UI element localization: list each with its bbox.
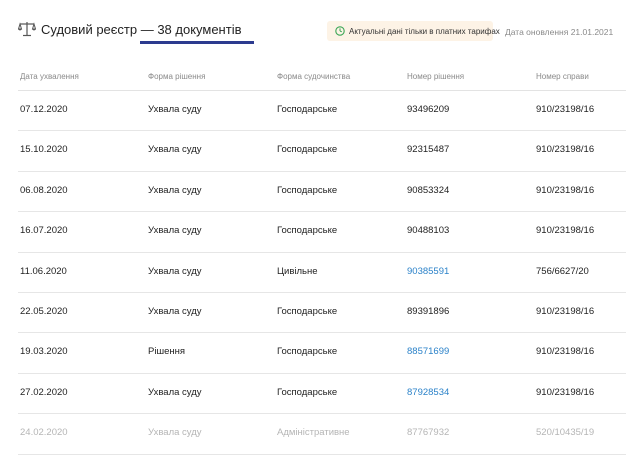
- table-row[interactable]: 27.02.2020 Ухвала суду Господарське 8792853…: [18, 374, 626, 415]
- table-body: 07.12.2020 Ухвала суду Господарське 9349620…: [18, 91, 626, 455]
- decision-form: Ухвала суду: [148, 386, 202, 398]
- case-number: 910/23198/16: [536, 225, 595, 237]
- column-header-proceeding-form: Форма судочинства: [277, 72, 351, 81]
- case-number: 756/6627/20: [536, 265, 589, 277]
- decision-form: Рішення: [148, 346, 185, 358]
- case-number: 910/23198/16: [536, 386, 595, 398]
- decision-form: Ухвала суду: [148, 104, 202, 115]
- decision-date: 24.02.2020: [20, 427, 68, 439]
- decision-number: 90488103: [407, 225, 450, 237]
- case-number: 910/23198/16: [536, 104, 595, 115]
- table-row[interactable]: 07.12.2020 Ухвала суду Господарське 9349620…: [18, 91, 626, 132]
- proceeding-form: Господарське: [277, 386, 338, 398]
- table-header: Дата ухвалення Форма рішення Форма судоч…: [18, 66, 626, 91]
- proceeding-form: Адміністративне: [277, 427, 350, 439]
- header: Судовий реєстр — 38 документів Актуальні…: [0, 0, 640, 50]
- table-row[interactable]: 19.03.2020 Рішення Господарське 88571699 910…: [18, 333, 626, 374]
- column-header-date: Дата ухвалення: [20, 72, 79, 81]
- decision-date: 06.08.2020: [20, 184, 68, 196]
- proceeding-form: Господарське: [277, 305, 338, 317]
- notice-text: Актуальні дані тільки в платних тарифах: [349, 26, 500, 36]
- court-registry-page: Судовий реєстр — 38 документів Актуальні…: [0, 0, 640, 460]
- decision-number: 93496209: [407, 104, 450, 115]
- decision-form: Ухвала суду: [148, 427, 202, 439]
- clock-icon: [335, 26, 345, 36]
- decision-number: 89391896: [407, 305, 450, 317]
- proceeding-form: Цивільне: [277, 265, 318, 277]
- decision-form: Ухвала суду: [148, 144, 202, 156]
- scale-icon: [18, 22, 36, 37]
- decision-date: 16.07.2020: [20, 225, 68, 237]
- case-number: 910/23198/16: [536, 184, 595, 196]
- decision-form: Ухвала суду: [148, 184, 202, 196]
- page-title: Судовий реєстр — 38 документів: [41, 22, 242, 37]
- proceeding-form: Господарське: [277, 225, 338, 237]
- proceeding-form: Господарське: [277, 346, 338, 358]
- decision-form: Ухвала суду: [148, 305, 202, 317]
- table-row[interactable]: 06.08.2020 Ухвала суду Господарське 9085332…: [18, 172, 626, 213]
- update-date: Дата оновлення 21.01.2021: [505, 27, 614, 37]
- proceeding-form: Господарське: [277, 184, 338, 196]
- decision-date: 22.05.2020: [20, 305, 68, 317]
- decision-date: 27.02.2020: [20, 386, 68, 398]
- decision-number: 92315487: [407, 144, 450, 156]
- table-row[interactable]: 22.05.2020 Ухвала суду Господарське 8939189…: [18, 293, 626, 334]
- decision-date: 07.12.2020: [20, 104, 68, 115]
- decision-form: Ухвала суду: [148, 225, 202, 237]
- proceeding-form: Господарське: [277, 104, 338, 115]
- decision-number: 90853324: [407, 184, 450, 196]
- table-row[interactable]: 24.02.2020 Ухвала суду Адміністративне 8776…: [18, 414, 626, 455]
- table-row[interactable]: 11.06.2020 Ухвала суду Цивільне 90385591 756…: [18, 253, 626, 293]
- case-number: 910/23198/16: [536, 346, 595, 358]
- decision-number: 87767932: [407, 427, 450, 439]
- decisions-table: Дата ухвалення Форма рішення Форма судоч…: [18, 66, 626, 455]
- decision-number-link[interactable]: 90385591: [407, 266, 449, 277]
- paid-tariff-notice[interactable]: Актуальні дані тільки в платних тарифах: [327, 21, 500, 41]
- case-number: 520/10435/19: [536, 427, 595, 439]
- column-header-decision-form: Форма рішення: [148, 72, 206, 81]
- decision-number-link[interactable]: 88571699: [407, 346, 449, 357]
- decision-form: Ухвала суду: [148, 265, 202, 277]
- case-number: 910/23198/16: [536, 305, 595, 317]
- column-header-case-number: Номер справи: [536, 72, 589, 81]
- column-header-decision-number: Номер рішення: [407, 72, 465, 81]
- decision-date: 11.06.2020: [20, 265, 67, 277]
- case-number: 910/23198/16: [536, 144, 595, 156]
- decision-number-link[interactable]: 87928534: [407, 387, 449, 398]
- decision-date: 19.03.2020: [20, 346, 68, 358]
- proceeding-form: Господарське: [277, 144, 338, 156]
- active-tab-indicator: [140, 41, 254, 44]
- decision-date: 15.10.2020: [20, 144, 68, 156]
- table-row[interactable]: 15.10.2020 Ухвала суду Господарське 9231548…: [18, 131, 626, 172]
- table-row[interactable]: 16.07.2020 Ухвала суду Господарське 9048810…: [18, 212, 626, 253]
